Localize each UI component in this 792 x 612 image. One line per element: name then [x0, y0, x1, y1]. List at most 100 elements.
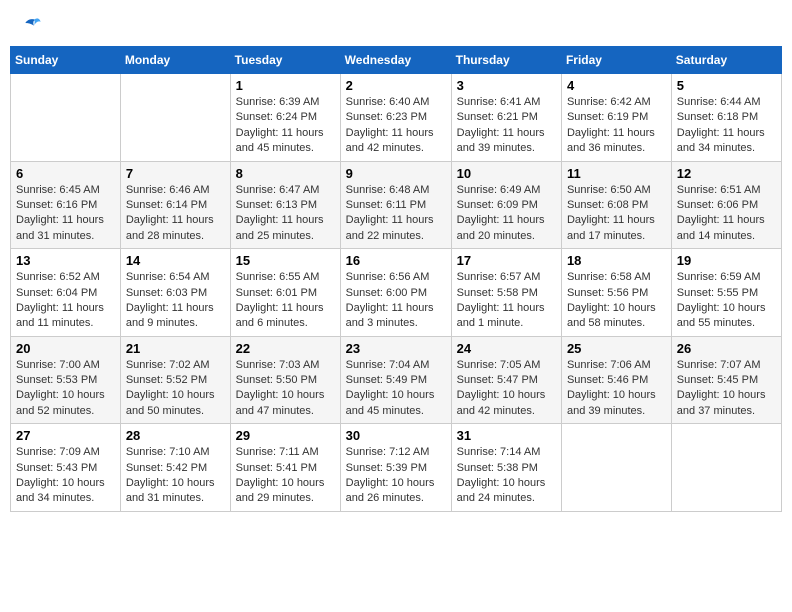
- day-info: Sunrise: 7:02 AMSunset: 5:52 PMDaylight:…: [126, 358, 225, 420]
- calendar-cell: 30 Sunrise: 7:12 AMSunset: 5:39 PMDayligh…: [340, 424, 451, 512]
- weekday-header-thursday: Thursday: [451, 47, 561, 74]
- day-number: 31: [457, 428, 556, 443]
- day-info: Sunrise: 7:07 AMSunset: 5:45 PMDaylight:…: [677, 358, 776, 420]
- calendar-cell: 31 Sunrise: 7:14 AMSunset: 5:38 PMDayligh…: [451, 424, 561, 512]
- calendar-cell: 16Sunrise: 6:56 AMSunset: 6:00 PMDayligh…: [340, 249, 451, 337]
- day-number: 3: [457, 78, 556, 93]
- weekday-header-monday: Monday: [120, 47, 230, 74]
- weekday-header-saturday: Saturday: [671, 47, 781, 74]
- calendar-week-2: 6 Sunrise: 6:45 AMSunset: 6:16 PMDaylight…: [11, 161, 782, 249]
- day-info: Sunrise: 7:12 AMSunset: 5:39 PMDaylight:…: [346, 445, 446, 507]
- day-info: Sunrise: 7:06 AMSunset: 5:46 PMDaylight:…: [567, 358, 666, 420]
- calendar-cell: 22 Sunrise: 7:03 AMSunset: 5:50 PMDayligh…: [230, 336, 340, 424]
- calendar-cell: 6 Sunrise: 6:45 AMSunset: 6:16 PMDaylight…: [11, 161, 121, 249]
- day-number: 20: [16, 341, 115, 356]
- calendar-cell: 13 Sunrise: 6:52 AMSunset: 6:04 PMDayligh…: [11, 249, 121, 337]
- logo: [20, 15, 42, 31]
- calendar-cell: 23 Sunrise: 7:04 AMSunset: 5:49 PMDayligh…: [340, 336, 451, 424]
- day-info: Sunrise: 6:46 AMSunset: 6:14 PMDaylight:…: [126, 183, 225, 245]
- calendar-week-4: 20 Sunrise: 7:00 AMSunset: 5:53 PMDayligh…: [11, 336, 782, 424]
- day-number: 16: [346, 253, 446, 268]
- day-info: Sunrise: 6:48 AMSunset: 6:11 PMDaylight:…: [346, 183, 446, 245]
- calendar-cell: [561, 424, 671, 512]
- day-number: 8: [236, 166, 335, 181]
- weekday-header-tuesday: Tuesday: [230, 47, 340, 74]
- day-number: 11: [567, 166, 666, 181]
- day-info: Sunrise: 6:41 AMSunset: 6:21 PMDaylight:…: [457, 95, 556, 157]
- day-info: Sunrise: 6:52 AMSunset: 6:04 PMDaylight:…: [16, 270, 115, 332]
- day-info: Sunrise: 7:10 AMSunset: 5:42 PMDaylight:…: [126, 445, 225, 507]
- day-number: 25: [567, 341, 666, 356]
- day-number: 2: [346, 78, 446, 93]
- day-number: 28: [126, 428, 225, 443]
- day-info: Sunrise: 6:49 AMSunset: 6:09 PMDaylight:…: [457, 183, 556, 245]
- calendar-table: SundayMondayTuesdayWednesdayThursdayFrid…: [10, 46, 782, 512]
- day-info: Sunrise: 6:39 AMSunset: 6:24 PMDaylight:…: [236, 95, 335, 157]
- day-number: 29: [236, 428, 335, 443]
- day-info: Sunrise: 7:11 AMSunset: 5:41 PMDaylight:…: [236, 445, 335, 507]
- day-number: 17: [457, 253, 556, 268]
- day-number: 7: [126, 166, 225, 181]
- day-number: 1: [236, 78, 335, 93]
- calendar-week-5: 27 Sunrise: 7:09 AMSunset: 5:43 PMDayligh…: [11, 424, 782, 512]
- day-number: 4: [567, 78, 666, 93]
- day-number: 6: [16, 166, 115, 181]
- calendar-cell: 2Sunrise: 6:40 AMSunset: 6:23 PMDaylight…: [340, 74, 451, 162]
- calendar-cell: 11 Sunrise: 6:50 AMSunset: 6:08 PMDayligh…: [561, 161, 671, 249]
- day-number: 15: [236, 253, 335, 268]
- calendar-cell: 5Sunrise: 6:44 AMSunset: 6:18 PMDaylight…: [671, 74, 781, 162]
- day-info: Sunrise: 7:04 AMSunset: 5:49 PMDaylight:…: [346, 358, 446, 420]
- calendar-cell: 14Sunrise: 6:54 AMSunset: 6:03 PMDayligh…: [120, 249, 230, 337]
- calendar-cell: 21Sunrise: 7:02 AMSunset: 5:52 PMDayligh…: [120, 336, 230, 424]
- calendar-cell: 4 Sunrise: 6:42 AMSunset: 6:19 PMDaylight…: [561, 74, 671, 162]
- day-info: Sunrise: 6:42 AMSunset: 6:19 PMDaylight:…: [567, 95, 666, 157]
- day-info: Sunrise: 6:55 AMSunset: 6:01 PMDaylight:…: [236, 270, 335, 332]
- day-number: 27: [16, 428, 115, 443]
- calendar-cell: 17Sunrise: 6:57 AMSunset: 5:58 PMDayligh…: [451, 249, 561, 337]
- calendar-cell: 10 Sunrise: 6:49 AMSunset: 6:09 PMDayligh…: [451, 161, 561, 249]
- day-number: 5: [677, 78, 776, 93]
- day-info: Sunrise: 7:14 AMSunset: 5:38 PMDaylight:…: [457, 445, 556, 507]
- calendar-cell: 26 Sunrise: 7:07 AMSunset: 5:45 PMDayligh…: [671, 336, 781, 424]
- day-info: Sunrise: 6:45 AMSunset: 6:16 PMDaylight:…: [16, 183, 115, 245]
- day-number: 10: [457, 166, 556, 181]
- day-info: Sunrise: 7:09 AMSunset: 5:43 PMDaylight:…: [16, 445, 115, 507]
- day-number: 26: [677, 341, 776, 356]
- calendar-cell: 15 Sunrise: 6:55 AMSunset: 6:01 PMDayligh…: [230, 249, 340, 337]
- calendar-cell: 7 Sunrise: 6:46 AMSunset: 6:14 PMDaylight…: [120, 161, 230, 249]
- day-info: Sunrise: 6:51 AMSunset: 6:06 PMDaylight:…: [677, 183, 776, 245]
- calendar-cell: 8 Sunrise: 6:47 AMSunset: 6:13 PMDaylight…: [230, 161, 340, 249]
- day-info: Sunrise: 7:00 AMSunset: 5:53 PMDaylight:…: [16, 358, 115, 420]
- calendar-cell: 27 Sunrise: 7:09 AMSunset: 5:43 PMDayligh…: [11, 424, 121, 512]
- day-info: Sunrise: 6:59 AMSunset: 5:55 PMDaylight:…: [677, 270, 776, 332]
- calendar-cell: 18 Sunrise: 6:58 AMSunset: 5:56 PMDayligh…: [561, 249, 671, 337]
- day-info: Sunrise: 7:05 AMSunset: 5:47 PMDaylight:…: [457, 358, 556, 420]
- header: [10, 10, 782, 36]
- calendar-cell: 24 Sunrise: 7:05 AMSunset: 5:47 PMDayligh…: [451, 336, 561, 424]
- weekday-header-row: SundayMondayTuesdayWednesdayThursdayFrid…: [11, 47, 782, 74]
- calendar-cell: 1 Sunrise: 6:39 AMSunset: 6:24 PMDaylight…: [230, 74, 340, 162]
- day-number: 23: [346, 341, 446, 356]
- day-number: 30: [346, 428, 446, 443]
- weekday-header-wednesday: Wednesday: [340, 47, 451, 74]
- weekday-header-sunday: Sunday: [11, 47, 121, 74]
- day-number: 24: [457, 341, 556, 356]
- weekday-header-friday: Friday: [561, 47, 671, 74]
- calendar-cell: 9Sunrise: 6:48 AMSunset: 6:11 PMDaylight…: [340, 161, 451, 249]
- day-info: Sunrise: 6:50 AMSunset: 6:08 PMDaylight:…: [567, 183, 666, 245]
- calendar-cell: [120, 74, 230, 162]
- day-info: Sunrise: 6:58 AMSunset: 5:56 PMDaylight:…: [567, 270, 666, 332]
- day-number: 14: [126, 253, 225, 268]
- day-number: 18: [567, 253, 666, 268]
- day-number: 22: [236, 341, 335, 356]
- logo-bird-icon: [22, 15, 42, 31]
- day-info: Sunrise: 6:47 AMSunset: 6:13 PMDaylight:…: [236, 183, 335, 245]
- calendar-cell: 3 Sunrise: 6:41 AMSunset: 6:21 PMDaylight…: [451, 74, 561, 162]
- calendar-week-1: 1 Sunrise: 6:39 AMSunset: 6:24 PMDaylight…: [11, 74, 782, 162]
- calendar-cell: [671, 424, 781, 512]
- calendar-cell: [11, 74, 121, 162]
- day-info: Sunrise: 7:03 AMSunset: 5:50 PMDaylight:…: [236, 358, 335, 420]
- calendar-cell: 19Sunrise: 6:59 AMSunset: 5:55 PMDayligh…: [671, 249, 781, 337]
- calendar-week-3: 13 Sunrise: 6:52 AMSunset: 6:04 PMDayligh…: [11, 249, 782, 337]
- day-number: 13: [16, 253, 115, 268]
